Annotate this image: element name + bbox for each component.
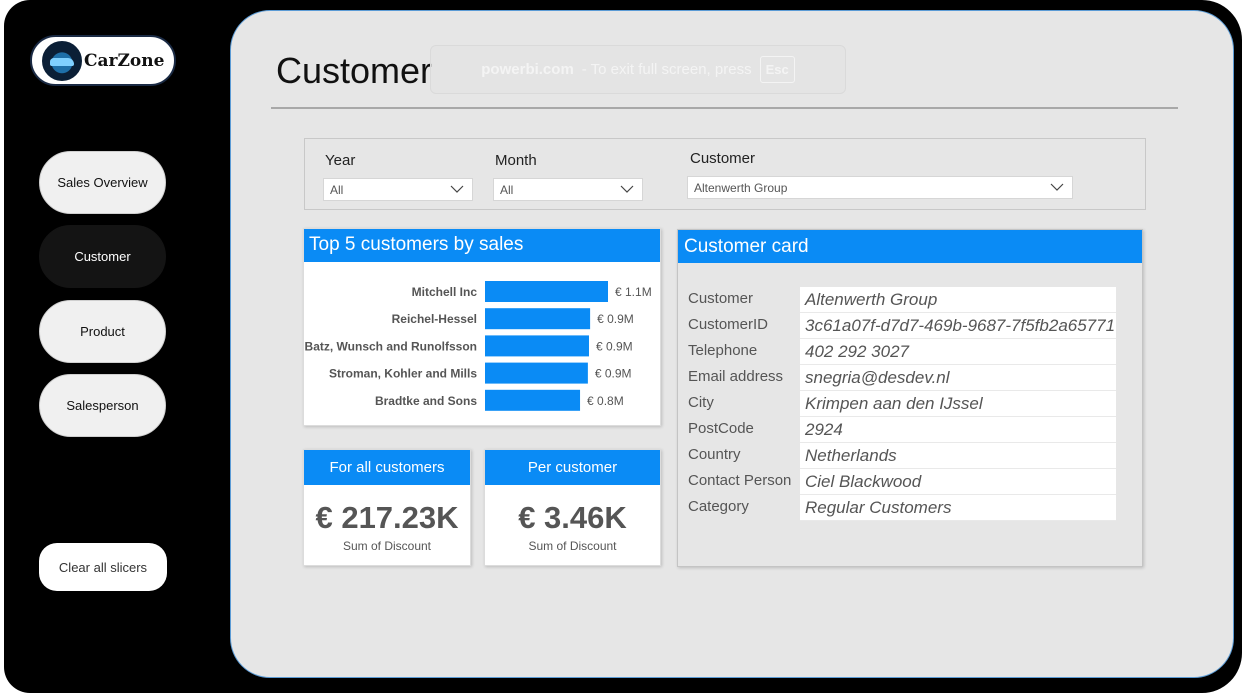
year-dropdown-value: All: [330, 182, 344, 197]
bar[interactable]: [485, 389, 581, 411]
kpi-value: € 3.46K: [518, 500, 627, 535]
bar[interactable]: [485, 281, 608, 302]
chevron-down-icon: [1050, 183, 1064, 191]
top5-customers-visual[interactable]: Top 5 customers by sales Mitchell Inc € 1…: [303, 228, 661, 426]
kpi-subtitle: Sum of Discount: [342, 539, 432, 553]
card-row-customer: Customer Altenwerth Group: [678, 287, 1142, 313]
bar-category-label: Bradtke and Sons: [375, 394, 477, 408]
kpi-card-all-customers: For all customers € 217.23K Sum of Disco…: [303, 449, 471, 566]
card-label: City: [688, 394, 714, 411]
card-value: Krimpen aan den IJssel: [800, 391, 1116, 417]
card-row-contact-person: Contact Person Ciel Blackwood: [678, 469, 1142, 495]
brand-name: CarZone: [84, 50, 165, 71]
nav-sales-overview-button[interactable]: Sales Overview: [39, 151, 166, 214]
card-value: Netherlands: [800, 443, 1116, 469]
bar-data-label: € 0.9M: [596, 339, 633, 353]
card-label: PostCode: [688, 420, 754, 437]
fullscreen-toast: powerbi.com - To exit full screen, press…: [430, 45, 846, 94]
customer-slicer-label: Customer: [690, 150, 756, 167]
card-label: Contact Person: [688, 472, 792, 489]
month-dropdown-value: All: [500, 182, 514, 197]
nav-customer-button[interactable]: Customer: [39, 225, 166, 288]
card-row-category: Category Regular Customers: [678, 495, 1142, 521]
card-label: Customer: [688, 290, 754, 307]
card-value: snegria@desdev.nl: [800, 365, 1116, 391]
card-row-customerid: CustomerID 3c61a07f-d7d7-469b-9687-7f5fb2…: [678, 313, 1142, 339]
bar[interactable]: [485, 362, 588, 384]
card-label: Category: [688, 498, 749, 515]
bar-data-label: € 0.8M: [587, 394, 624, 408]
bar-data-label: € 0.9M: [595, 367, 632, 381]
card-value: 2924: [800, 417, 1116, 443]
year-dropdown[interactable]: All: [323, 178, 473, 201]
card-value: Altenwerth Group: [800, 287, 1116, 313]
nav-product-button[interactable]: Product: [39, 300, 166, 363]
kpi-card-per-customer: Per customer € 3.46K Sum of Discount: [484, 449, 661, 566]
chevron-down-icon: [450, 185, 464, 193]
nav-salesperson-button[interactable]: Salesperson: [39, 374, 166, 437]
year-slicer-label: Year: [325, 152, 356, 169]
clear-all-slicers-button[interactable]: Clear all slicers: [39, 543, 167, 591]
card-label: Country: [688, 446, 741, 463]
card-row-postcode: PostCode 2924: [678, 417, 1142, 443]
top5-title: Top 5 customers by sales: [304, 229, 660, 262]
chevron-down-icon: [620, 185, 634, 193]
card-row-telephone: Telephone 402 292 3027: [678, 339, 1142, 365]
card-row-email: Email address snegria@desdev.nl: [678, 365, 1142, 391]
card-row-city: City Krimpen aan den IJssel: [678, 391, 1142, 417]
card-value: 402 292 3027: [800, 339, 1116, 365]
kpi-title: For all customers: [304, 450, 470, 485]
title-divider: [271, 107, 1178, 109]
kpi-subtitle: Sum of Discount: [528, 539, 617, 553]
card-row-country: Country Netherlands: [678, 443, 1142, 469]
bar[interactable]: [485, 308, 591, 330]
bar-category-label: Mitchell Inc: [412, 285, 478, 299]
customer-card-visual: Customer card Customer Altenwerth Group C…: [677, 229, 1143, 567]
page-title: Customer: [276, 50, 433, 91]
bar[interactable]: [485, 335, 589, 357]
card-value: Regular Customers: [800, 495, 1116, 521]
top5-bar-chart: Mitchell Inc € 1.1M Reichel-Hessel € 0.9M Ba…: [305, 281, 652, 411]
bar-category-label: Stroman, Kohler and Mills: [329, 367, 477, 381]
bar-category-label: Batz, Wunsch and Runolfsson: [305, 339, 477, 353]
toast-site: powerbi.com: [481, 61, 574, 78]
customer-card-title: Customer card: [678, 230, 1142, 263]
card-value: 3c61a07f-d7d7-469b-9687-7f5fb2a65771: [800, 313, 1116, 339]
card-label: Telephone: [688, 342, 758, 359]
bar-data-label: € 0.9M: [597, 312, 634, 326]
month-dropdown[interactable]: All: [493, 178, 643, 201]
brand-logo: CarZone: [30, 35, 176, 86]
card-label: Email address: [688, 368, 784, 385]
kpi-title: Per customer: [485, 450, 660, 485]
bar-category-label: Reichel-Hessel: [392, 312, 477, 326]
customer-dropdown-value: Altenwerth Group: [694, 180, 788, 195]
car-logo-icon: [42, 40, 82, 81]
month-slicer-label: Month: [495, 152, 537, 169]
bar-data-label: € 1.1M: [615, 285, 652, 299]
kpi-value: € 217.23K: [315, 500, 459, 535]
customer-dropdown[interactable]: Altenwerth Group: [687, 176, 1073, 199]
esc-key-hint: Esc: [759, 56, 795, 83]
card-value: Ciel Blackwood: [800, 469, 1116, 495]
card-label: CustomerID: [688, 316, 769, 333]
toast-message: - To exit full screen, press: [581, 61, 752, 78]
